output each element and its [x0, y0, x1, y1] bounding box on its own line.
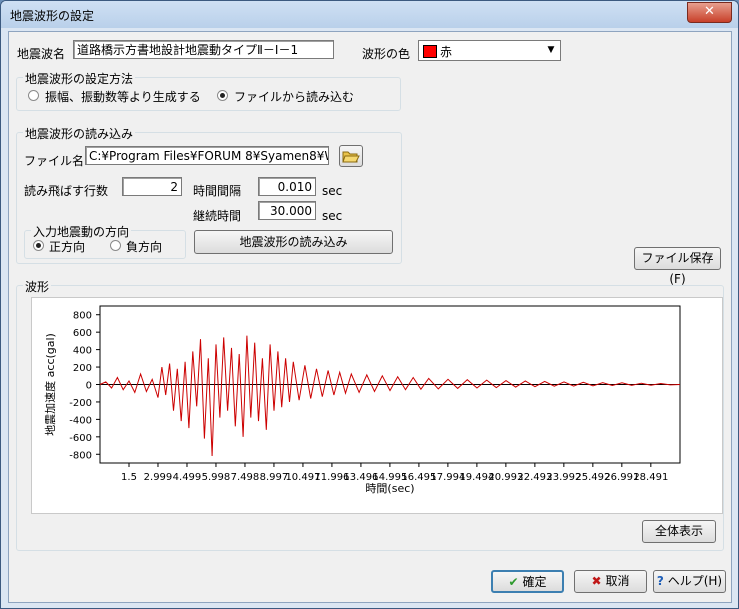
duration-label: 継続時間 — [193, 209, 242, 223]
checkmark-icon: ✔ — [508, 575, 519, 589]
radio-positive-label: 正方向 — [49, 240, 86, 254]
y-axis-label: 地震加速度 acc(gal) — [43, 333, 57, 436]
interval-unit: sec — [322, 184, 343, 198]
chart-area: 800 600 400 200 0 -200 -400 -600 -800 1.5 2.999 4.4… — [31, 297, 723, 514]
wave-color-label: 波形の色 — [362, 47, 411, 61]
x-tick-label: 28.491 — [633, 472, 668, 483]
close-button[interactable]: ✕ — [687, 2, 732, 23]
y-tick-label: 0 — [86, 381, 92, 392]
y-tick-label: 800 — [73, 311, 92, 322]
y-tick-label: 400 — [73, 346, 92, 357]
radio-file-label: ファイルから読み込む — [234, 90, 355, 104]
radio-negative[interactable] — [110, 240, 121, 251]
interval-input[interactable]: 0.010 — [258, 177, 316, 196]
color-swatch — [423, 45, 437, 58]
y-tick-label: 200 — [73, 363, 92, 374]
ok-button-label: 確定 — [522, 575, 547, 589]
load-wave-button[interactable]: 地震波形の読み込み — [194, 230, 393, 254]
dialog-body: 地震波名 道路橋示方書地設計地震動タイプⅡ－Ⅰ－1 波形の色 赤 ▼ 地震波形の… — [8, 31, 732, 603]
chevron-down-icon[interactable]: ▼ — [543, 42, 559, 59]
title-bar[interactable]: 地震波形の設定 ✕ — [1, 1, 738, 28]
help-button[interactable]: ? ヘルプ(H) — [653, 570, 726, 593]
skip-rows-input[interactable]: 2 — [122, 177, 182, 196]
cancel-button[interactable]: ✖ 取消 — [574, 570, 647, 593]
method-group-label: 地震波形の設定方法 — [23, 70, 136, 87]
x-tick-label: 7.498 — [231, 472, 260, 483]
duration-input[interactable]: 30.000 — [258, 201, 316, 220]
x-tick-label: 1.5 — [121, 472, 137, 483]
x-axis-label: 時間(sec) — [365, 482, 414, 495]
fit-view-button[interactable]: 全体表示 — [642, 520, 716, 543]
waveform-chart: 800 600 400 200 0 -200 -400 -600 -800 1.5 2.999 4.4… — [43, 305, 681, 495]
x-tick-label: 4.499 — [173, 472, 202, 483]
browse-button[interactable] — [339, 145, 363, 167]
radio-generate-label: 振幅、振動数等より生成する — [45, 90, 201, 104]
y-tick-label: -400 — [69, 415, 92, 426]
file-name-label: ファイル名 — [24, 154, 85, 168]
wave-name-input[interactable]: 道路橋示方書地設計地震動タイプⅡ－Ⅰ－1 — [73, 40, 334, 59]
settings-dialog: 地震波形の設定 ✕ 地震波名 道路橋示方書地設計地震動タイプⅡ－Ⅰ－1 波形の色… — [0, 0, 739, 609]
color-value: 赤 — [440, 45, 453, 59]
read-group-label: 地震波形の読み込み — [23, 125, 136, 142]
cancel-button-label: 取消 — [605, 574, 630, 588]
radio-negative-label: 負方向 — [126, 240, 163, 254]
help-button-label: ヘルプ(H) — [667, 574, 723, 588]
wave-color-select[interactable]: 赤 ▼ — [418, 40, 561, 61]
wave-group: 波形 800 600 400 200 0 -200 -400 -600 -800 1.5 2.999… — [16, 278, 724, 551]
read-group: 地震波形の読み込み ファイル名 C:¥Program Files¥FORUM 8… — [16, 125, 402, 264]
y-tick-label: 600 — [73, 328, 92, 339]
duration-unit: sec — [322, 209, 343, 223]
x-tick-label: 2.999 — [144, 472, 173, 483]
wave-group-label: 波形 — [23, 278, 52, 295]
x-tick-label: 8.997 — [260, 472, 289, 483]
radio-file[interactable] — [217, 90, 228, 101]
y-tick-label: -800 — [69, 450, 92, 461]
cross-icon: ✖ — [591, 574, 602, 588]
interval-label: 時間間隔 — [193, 184, 242, 198]
direction-group: 入力地震動の方向 正方向 負方向 — [24, 223, 186, 259]
ok-button[interactable]: ✔ 確定 — [491, 570, 564, 593]
y-tick-label: -600 — [69, 433, 92, 444]
radio-generate[interactable] — [28, 90, 39, 101]
save-file-button[interactable]: ファイル保存(F) — [634, 247, 721, 286]
folder-open-icon — [342, 151, 360, 163]
window-title: 地震波形の設定 — [10, 9, 95, 23]
wave-name-label: 地震波名 — [17, 47, 66, 61]
x-tick-label: 5.998 — [202, 472, 231, 483]
radio-positive[interactable] — [33, 240, 44, 251]
skip-rows-label: 読み飛ばす行数 — [24, 184, 109, 198]
y-tick-label: -200 — [69, 398, 92, 409]
method-group: 地震波形の設定方法 振幅、振動数等より生成する ファイルから読み込む — [16, 70, 401, 111]
help-icon: ? — [656, 574, 664, 588]
file-name-input[interactable]: C:¥Program Files¥FORUM 8¥Syamen8¥Waves¥ — [85, 146, 329, 165]
